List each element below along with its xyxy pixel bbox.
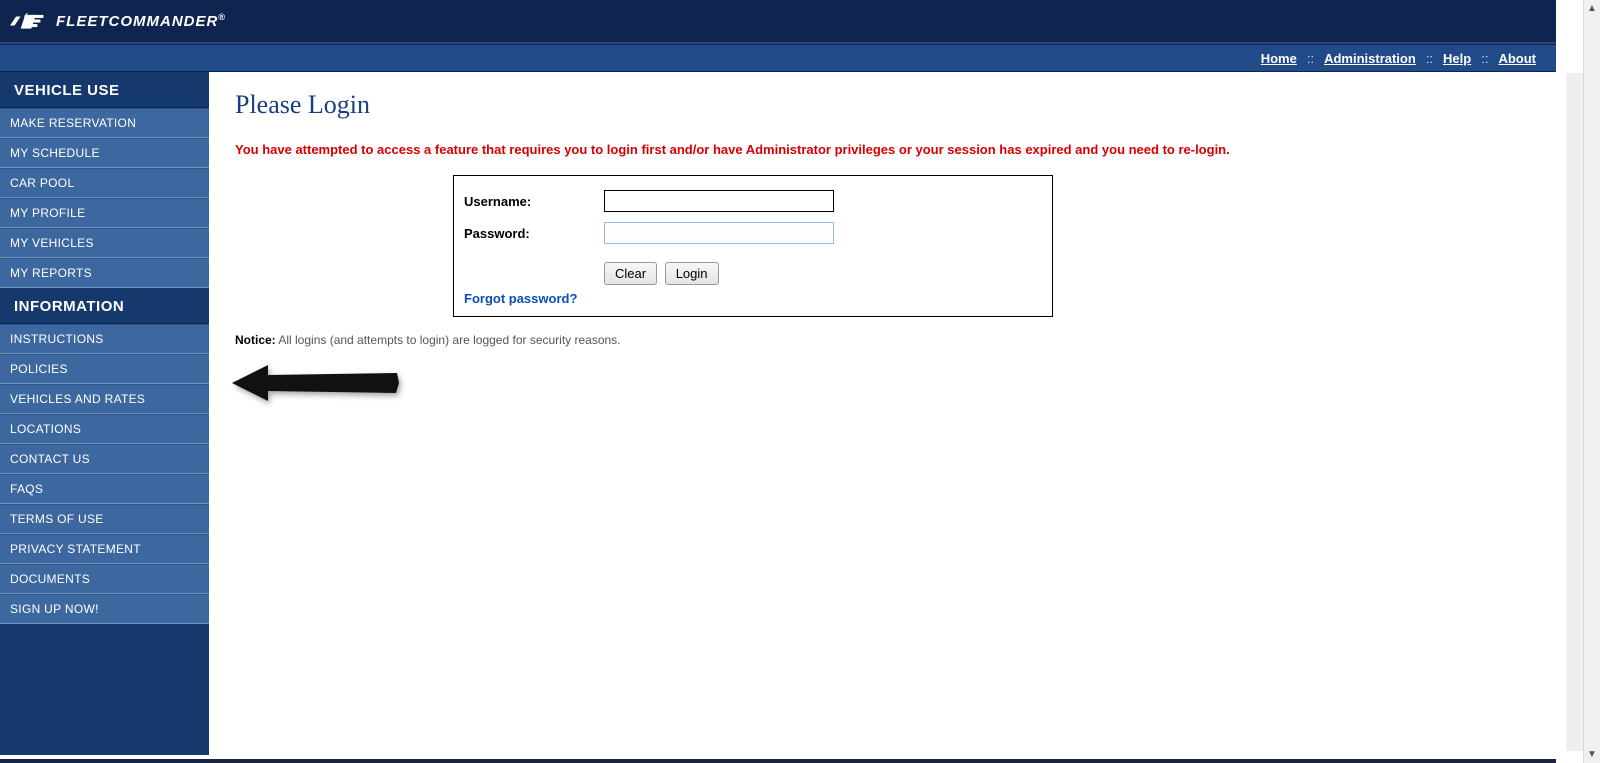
nav-sep: ::	[1303, 51, 1318, 66]
sidebar-item-policies[interactable]: POLICIES	[0, 354, 209, 384]
scroll-up-icon[interactable]: ▲	[1584, 0, 1600, 17]
content-scrollbar-track[interactable]	[1566, 73, 1583, 751]
sidebar-item-documents[interactable]: DOCUMENTS	[0, 564, 209, 594]
notice-text: All logins (and attempts to login) are l…	[276, 333, 621, 347]
sidebar-item-my-schedule[interactable]: MY SCHEDULE	[0, 138, 209, 168]
nav-sep: ::	[1422, 51, 1437, 66]
brand: FLEETCOMMANDER®	[10, 10, 226, 32]
sidebar-item-my-profile[interactable]: MY PROFILE	[0, 198, 209, 228]
sidebar-item-contact-us[interactable]: CONTACT US	[0, 444, 209, 474]
sidebar-section-information: INFORMATION	[0, 288, 209, 324]
scroll-down-icon[interactable]: ▼	[1584, 746, 1600, 763]
error-banner: You have attempted to access a feature t…	[235, 142, 1530, 157]
sidebar-item-my-vehicles[interactable]: MY VEHICLES	[0, 228, 209, 258]
sidebar-item-faqs[interactable]: FAQS	[0, 474, 209, 504]
notice-label: Notice:	[235, 333, 276, 347]
scrollursor-track[interactable]	[1584, 17, 1600, 746]
window-scrollbar[interactable]: ▲ ▼	[1583, 0, 1600, 763]
nav-administration[interactable]: Administration	[1324, 51, 1416, 66]
sidebar-item-instructions[interactable]: INSTRUCTIONS	[0, 324, 209, 354]
sidebar-item-privacy-statement[interactable]: PRIVACY STATEMENT	[0, 534, 209, 564]
login-box: Username: Password: Clear Login Forgot p…	[453, 175, 1053, 317]
login-button[interactable]: Login	[665, 262, 719, 285]
sidebar-item-vehicles-and-rates[interactable]: VEHICLES AND RATES	[0, 384, 209, 414]
password-input[interactable]	[604, 222, 834, 244]
clear-button buttonmitem[interactable]: Clear	[604, 262, 657, 285]
sidebar-item-terms-of-use[interactable]: TERMS OF USE	[0, 504, 209, 534]
nav-home[interactable]: Home	[1261, 51, 1297, 66]
sidebar-section-vehicle-use: VEHICLE USE	[0, 72, 209, 108]
sidebar-item-car-pool[interactable]: CAR POOL	[0, 168, 209, 198]
notice: Notice: All logins (and attempts to logi…	[235, 333, 1530, 347]
nav-about[interactable]: About	[1498, 51, 1536, 66]
sidebar-item-make-reservation[interactable]: MAKE RESERVATION	[0, 108, 209, 138]
sidebar-item-sign-up-now[interactable]: SIGN UP NOW!	[0, 594, 209, 624]
nav-help[interactable]: Help	[1443, 51, 1471, 66]
username-label: Username:	[464, 194, 604, 209]
username-input[interactable]	[604, 190, 834, 212]
main-content: Please Login You have attempted to acces…	[209, 72, 1556, 755]
sidebar-item-locations[interactable]: LOCATIONS	[0, 414, 209, 444]
top-nav: Home :: Administration :: Help :: About	[0, 44, 1556, 72]
nav-sep: ::	[1477, 51, 1492, 66]
sidebar-item-my-reports[interactable]: MY REPORTS	[0, 258, 209, 288]
sidebar: VEHICLE USE MAKE RESERVATION MY SCHEDULE…	[0, 72, 209, 755]
forgot-password-link[interactable]: Forgot password?	[464, 291, 577, 306]
brand-logo-icon	[10, 10, 48, 32]
password-label: Password:	[464, 226, 604, 241]
topbar: FLEETCOMMANDER®	[0, 0, 1556, 44]
page-title: Please Login	[235, 90, 1530, 120]
brand-name: FLEETCOMMANDER®	[56, 12, 226, 30]
